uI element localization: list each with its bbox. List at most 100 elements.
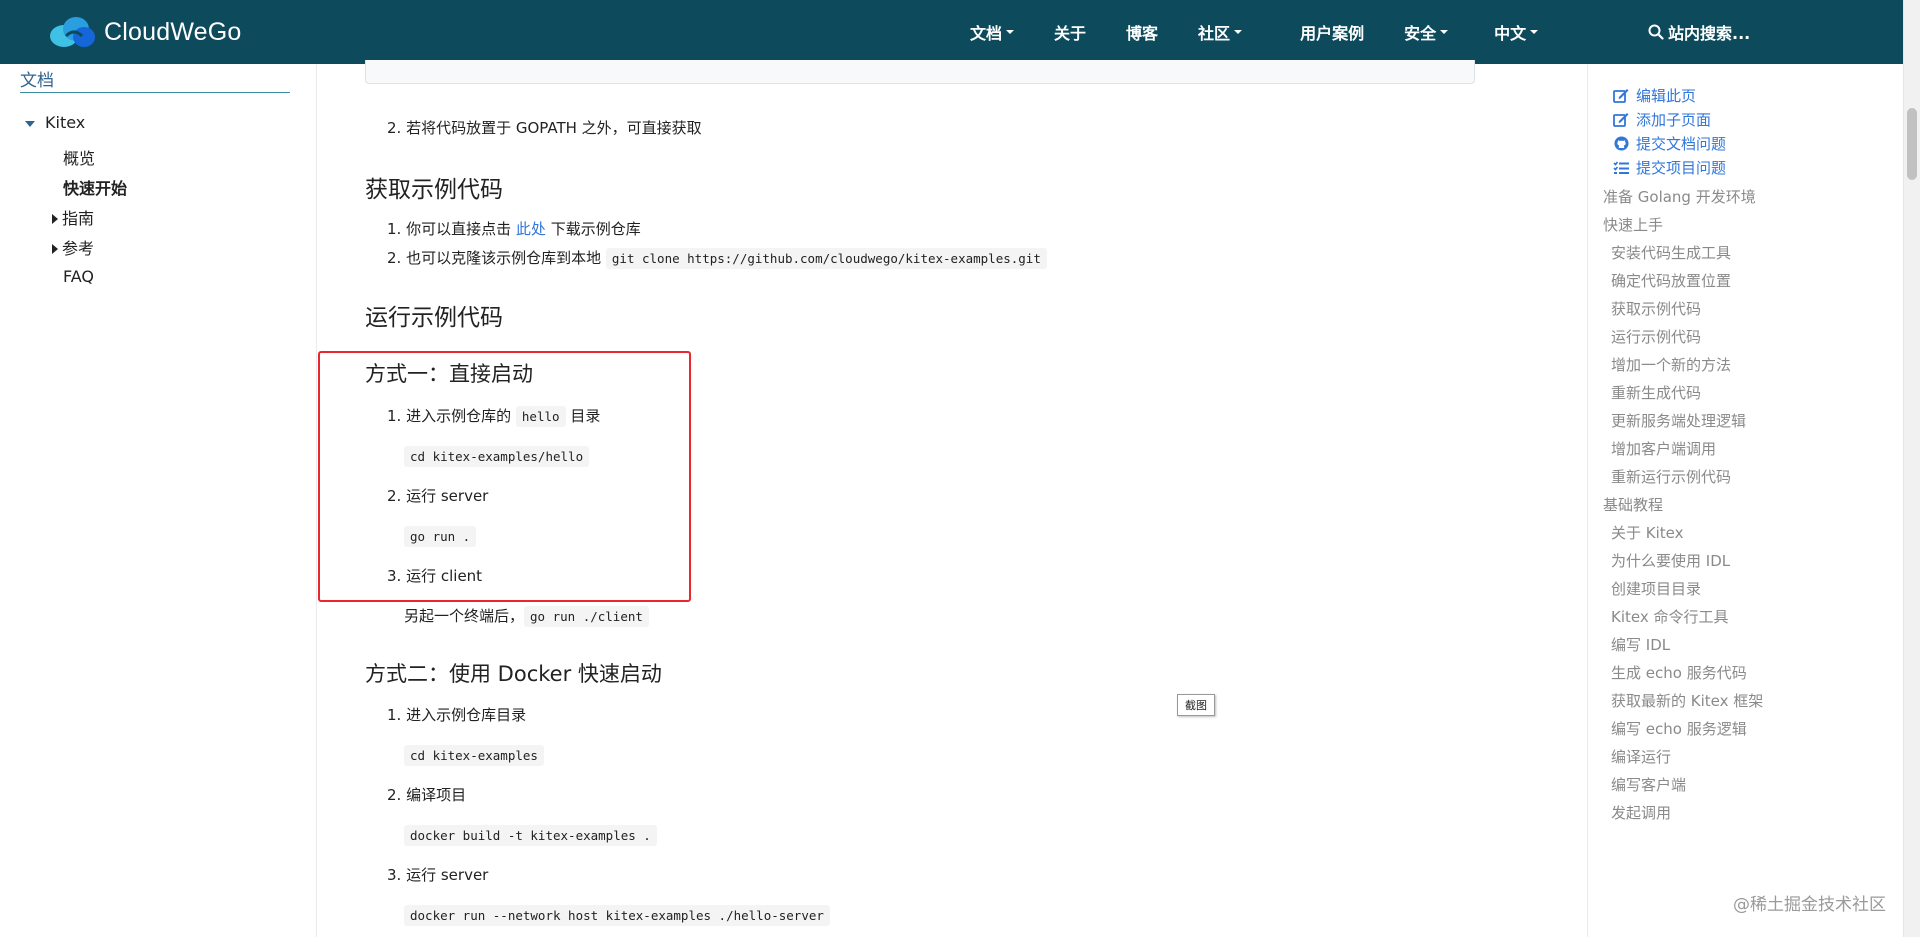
file-doc-issue-link[interactable]: 提交文档问题 [1612,133,1726,154]
m2-step3-text: 运行 server [406,866,489,884]
m1-step1-prefix: 进入示例仓库的 [406,407,512,425]
git-clone-code: git clone https://github.com/cloudwego/k… [605,248,1047,269]
nav-cases-link[interactable]: 用户案例 [1300,20,1364,44]
watermark-text: @稀土掘金技术社区 [1733,895,1886,915]
caret-right-icon [52,213,58,224]
sidebar-item-quickstart[interactable]: 快速开始 [63,175,127,199]
clone-prefix: 也可以克隆该示例仓库到本地 [406,249,602,267]
right-sidebar-toc: 编辑此页 添加子页面 提交文档问题 提交项目问题 准备 Golang 开发环境 … [1587,64,1903,937]
nav-docs-label: 文档 [970,24,1003,43]
nav-blog-link[interactable]: 博客 [1126,20,1158,44]
m1-step1-suffix: 目录 [570,407,601,425]
add-child-page-label: 添加子页面 [1636,111,1712,129]
main-content: 2. 若将代码放置于 GOPATH 之外，可直接获取 获取示例代码 1. 你可以… [318,60,1586,937]
toc-item[interactable]: 编写 IDL [1611,634,1670,655]
file-doc-issue-label: 提交文档问题 [1636,135,1727,153]
edit-icon [1612,112,1630,128]
caret-down-icon [25,120,35,127]
docker-build-code: docker build -t kitex-examples . [404,825,657,846]
download-prefix: 你可以直接点击 [406,220,512,238]
list-item-m2-step1: 1. 进入示例仓库目录 [387,706,527,724]
m1-step1-command: cd kitex-examples/hello [404,446,590,467]
m1-step3-detail: 另起一个终端后， go run ./client [404,605,649,627]
cd-hello-code: cd kitex-examples/hello [404,446,590,467]
nav-language-dropdown[interactable]: 中文 [1494,20,1539,44]
file-project-issue-link[interactable]: 提交项目问题 [1612,157,1726,178]
toc-item[interactable]: 编写 echo 服务逻辑 [1611,718,1747,739]
site-search-input[interactable]: 站内搜索... [1648,0,1750,64]
toc-item[interactable]: 获取最新的 Kitex 框架 [1611,690,1763,711]
add-child-page-link[interactable]: 添加子页面 [1612,109,1711,130]
nav-language-label: 中文 [1494,24,1527,43]
sidebar-divider [20,92,290,93]
top-navbar: CloudWeGo 文档 关于 博客 社区 用户案例 安全 中文 站内搜索... [0,0,1903,64]
sidebar-item-guide-label: 指南 [62,209,95,228]
sidebar-item-reference-label: 参考 [62,239,95,258]
sidebar-item-guide[interactable]: 指南 [52,205,94,229]
toc-item[interactable]: 增加一个新的方法 [1611,354,1731,375]
edit-page-label: 编辑此页 [1636,87,1697,105]
download-here-link[interactable]: 此处 [516,220,546,238]
search-placeholder: 站内搜索... [1668,24,1751,43]
gopath-text: 若将代码放置于 GOPATH 之外，可直接获取 [406,119,702,137]
toc-item[interactable]: 获取示例代码 [1611,298,1701,319]
m2-step1-command: cd kitex-examples [404,745,544,766]
m1-step3-text: 运行 client [406,567,483,585]
toc-item[interactable]: 编写客户端 [1611,774,1686,795]
m2-step3-command: docker run --network host kitex-examples… [404,905,830,926]
toc-item[interactable]: 准备 Golang 开发环境 [1603,186,1756,207]
left-sidebar-nav: 文档 Kitex 概览 快速开始 指南 参考 FAQ [0,64,317,937]
nav-community-dropdown[interactable]: 社区 [1198,20,1243,44]
toc-item[interactable]: 发起调用 [1611,802,1671,823]
toc-item[interactable]: 快速上手 [1603,214,1663,235]
sidebar-item-reference[interactable]: 参考 [52,235,94,259]
brand-name: CloudWeGo [104,17,242,46]
nav-security-label: 安全 [1404,24,1437,43]
caret-down-icon [1530,30,1539,34]
page-scrollbar[interactable] [1903,0,1920,937]
toc-item[interactable]: 创建项目目录 [1611,578,1701,599]
brand-logo-link[interactable]: CloudWeGo [48,16,242,48]
screenshot-tooltip-tag: 截图 [1177,694,1215,716]
go-run-client-code: go run ./client [524,606,649,627]
list-item-download: 1. 你可以直接点击 此处 下载示例仓库 [387,220,641,238]
docker-run-code: docker run --network host kitex-examples… [404,905,830,926]
edit-icon [1612,88,1630,104]
m1-step2-command: go run . [404,526,477,547]
cd-examples-code: cd kitex-examples [404,745,544,766]
heading-run-example: 运行示例代码 [365,305,503,331]
toc-item[interactable]: 关于 Kitex [1611,522,1684,543]
toc-item[interactable]: 生成 echo 服务代码 [1611,662,1747,683]
list-item-clone: 2. 也可以克隆该示例仓库到本地 git clone https://githu… [387,247,1047,269]
nav-docs-dropdown[interactable]: 文档 [970,20,1015,44]
nav-security-dropdown[interactable]: 安全 [1404,20,1449,44]
file-project-issue-label: 提交项目问题 [1636,159,1727,177]
toc-item[interactable]: 重新生成代码 [1611,382,1701,403]
edit-page-link[interactable]: 编辑此页 [1612,85,1696,106]
toc-item[interactable]: 为什么要使用 IDL [1611,550,1730,571]
code-block-partial [365,60,1475,84]
toc-item[interactable]: 运行示例代码 [1611,326,1701,347]
toc-item[interactable]: 重新运行示例代码 [1611,466,1731,487]
github-icon [1612,136,1630,152]
scrollbar-thumb[interactable] [1907,108,1917,180]
highlight-box [318,351,691,602]
list-item-m1-step1: 1. 进入示例仓库的 hello 目录 [387,406,601,427]
sidebar-item-kitex-label: Kitex [45,113,86,132]
toc-item[interactable]: 安装代码生成工具 [1611,242,1731,263]
toc-item[interactable]: 基础教程 [1603,494,1663,515]
toc-item[interactable]: 增加客户端调用 [1611,438,1716,459]
sidebar-section-title[interactable]: 文档 [20,66,54,91]
nav-about-label: 关于 [1054,24,1087,43]
toc-item[interactable]: 确定代码放置位置 [1611,270,1731,291]
nav-menu: 文档 关于 博客 社区 用户案例 安全 中文 [970,0,1578,64]
search-icon [1648,24,1664,40]
nav-community-label: 社区 [1198,24,1231,43]
sidebar-item-overview[interactable]: 概览 [63,145,95,169]
toc-item[interactable]: 更新服务端处理逻辑 [1611,410,1746,431]
toc-item[interactable]: 编译运行 [1611,746,1671,767]
sidebar-item-kitex[interactable]: Kitex [25,113,85,132]
nav-about-link[interactable]: 关于 [1054,20,1086,44]
toc-item[interactable]: Kitex 命令行工具 [1611,606,1729,627]
sidebar-item-faq[interactable]: FAQ [63,267,94,286]
